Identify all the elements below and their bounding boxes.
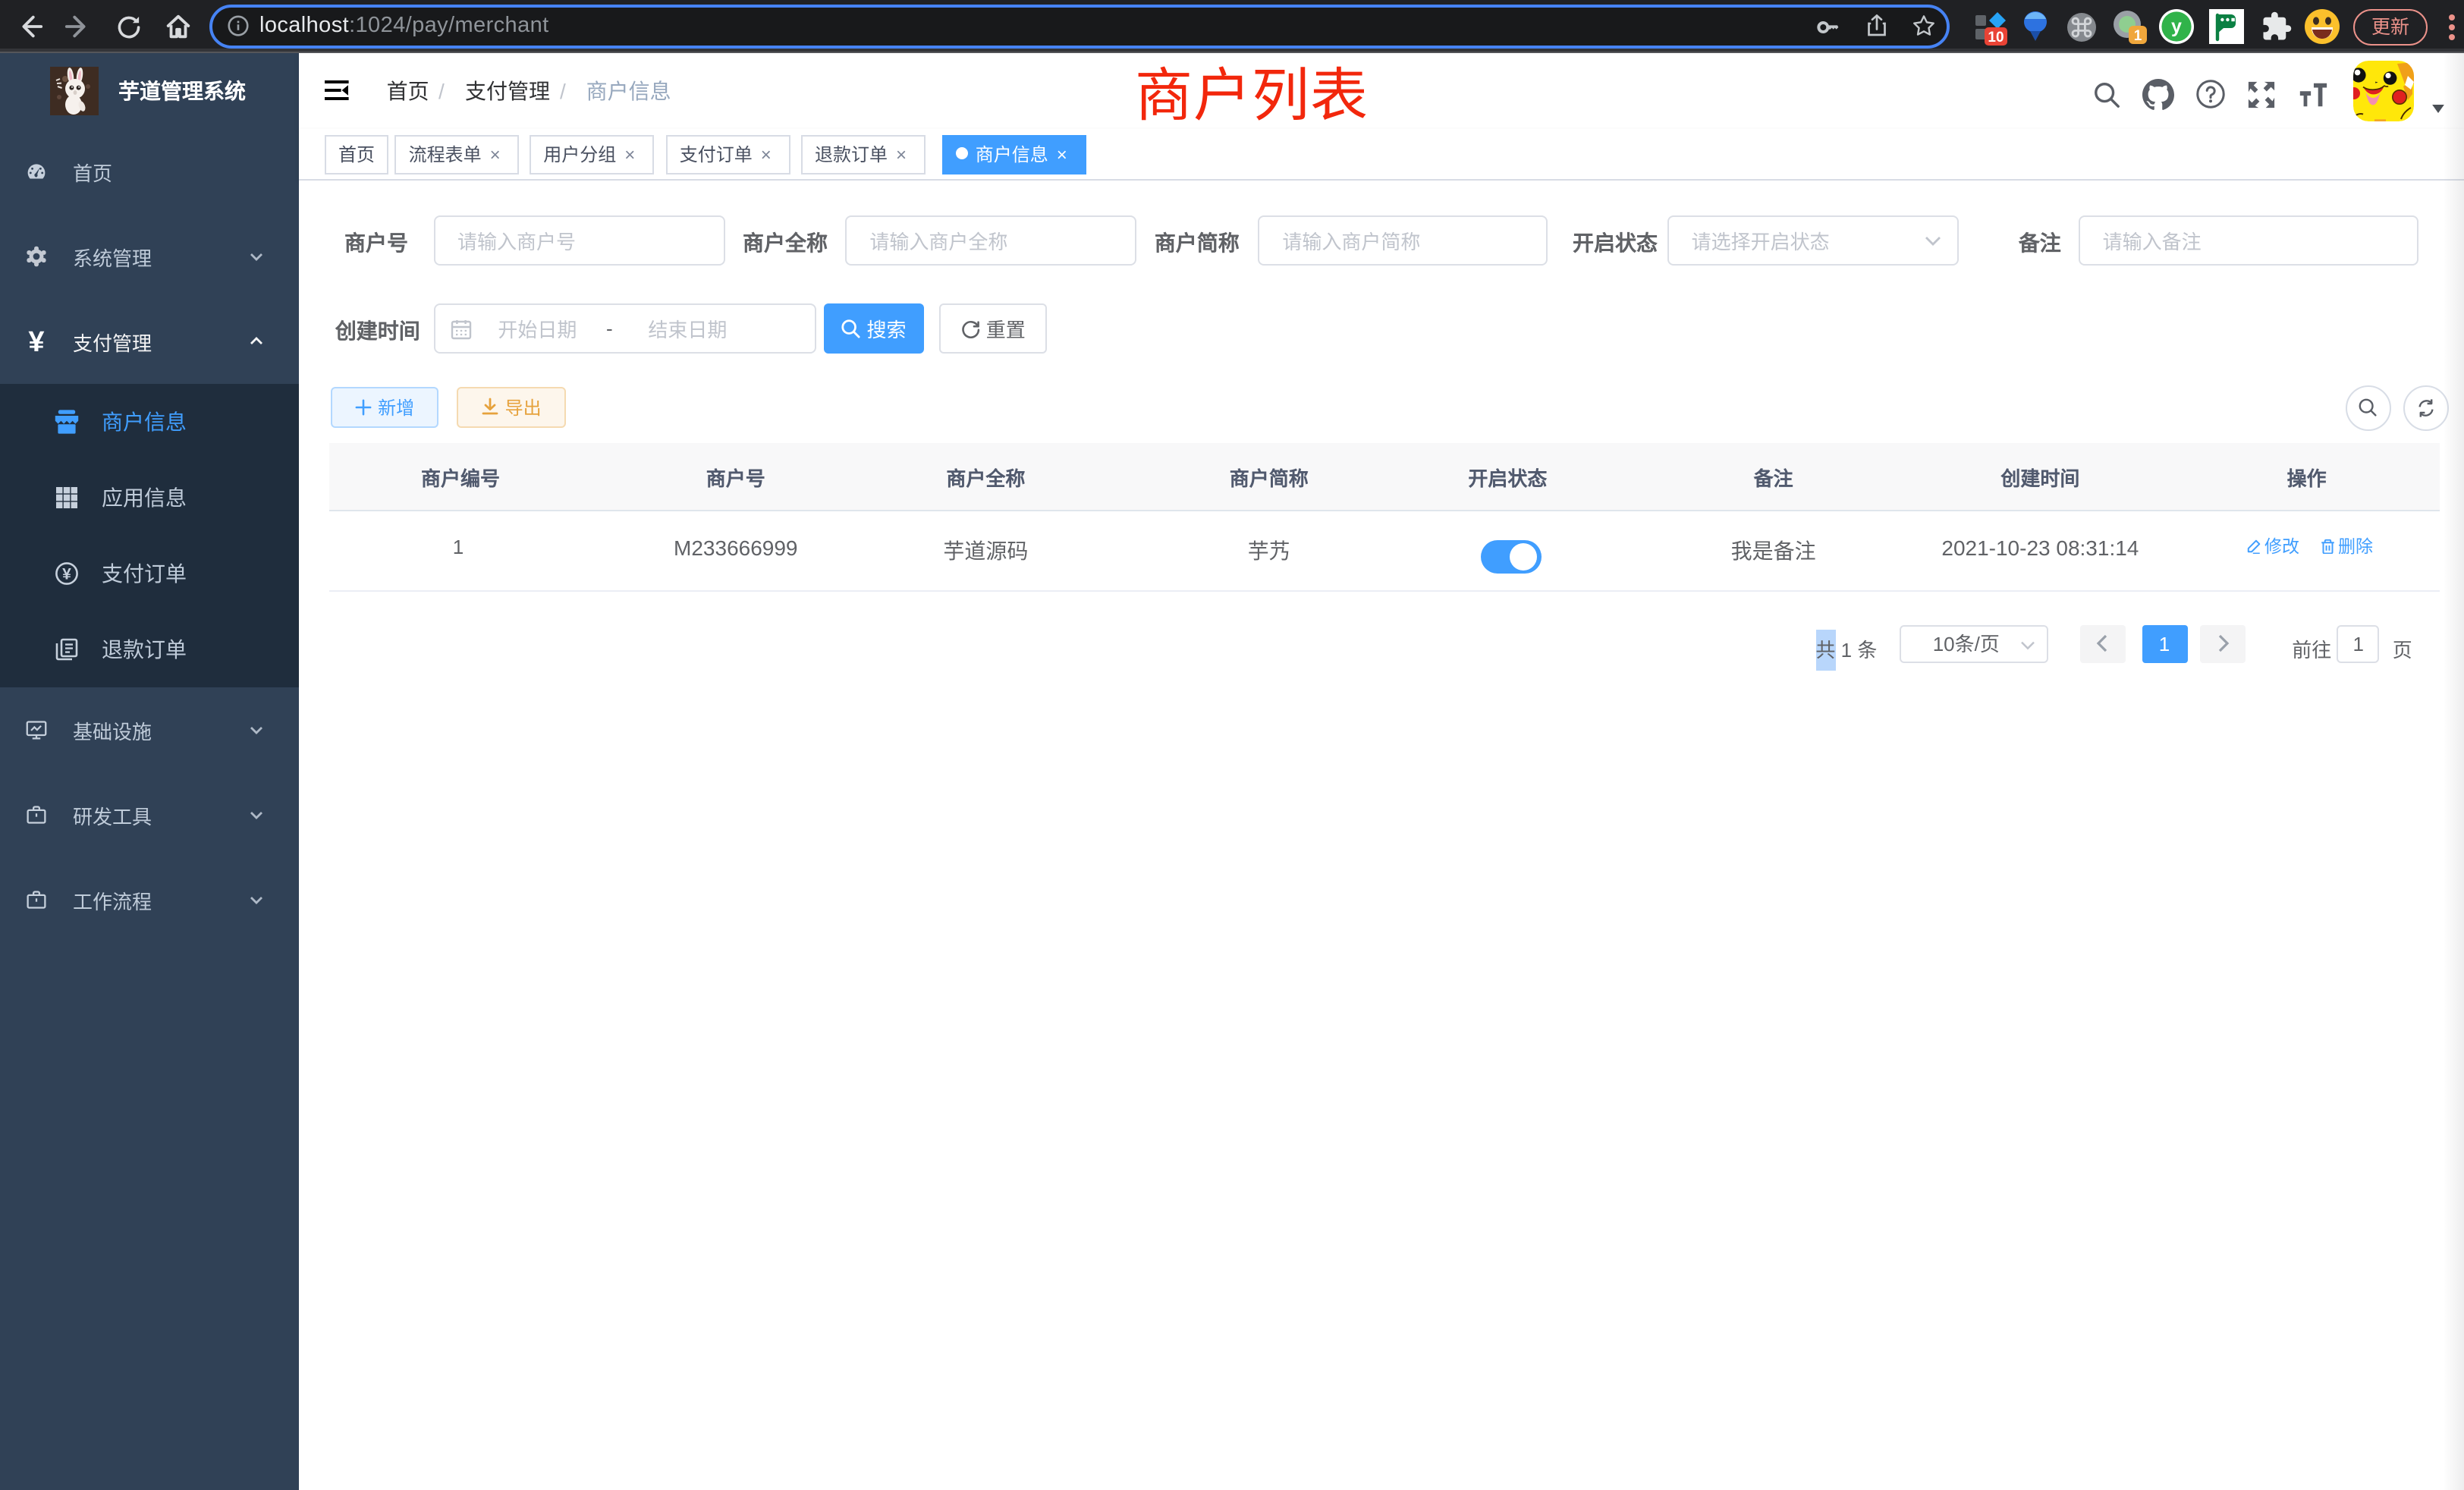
- svg-text:1: 1: [2134, 27, 2142, 43]
- svg-text:10: 10: [1988, 29, 2004, 45]
- svg-text:y: y: [2170, 16, 2181, 37]
- svg-text:¥: ¥: [28, 328, 44, 355]
- svg-text:¥: ¥: [61, 566, 71, 583]
